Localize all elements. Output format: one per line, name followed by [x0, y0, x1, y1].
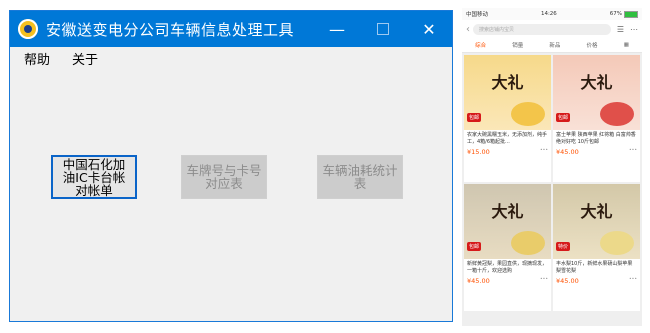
- product-brand: 大礼: [491, 202, 524, 221]
- product-price: ¥45.00: [556, 148, 579, 156]
- maximize-button[interactable]: [360, 11, 406, 47]
- battery-icon: [623, 10, 638, 18]
- list-view-icon[interactable]: ☰: [617, 25, 624, 34]
- more-icon[interactable]: •••: [629, 148, 637, 156]
- product-price-row: ¥45.00 •••: [553, 148, 640, 156]
- product-tag: 包邮: [556, 113, 571, 122]
- tab-overall[interactable]: 综合: [475, 41, 486, 49]
- close-button[interactable]: ✕: [406, 11, 452, 47]
- sinopec-statement-button[interactable]: 中国石化加油IC卡台帐对帐单: [51, 155, 137, 199]
- product-price: ¥45.00: [556, 277, 579, 285]
- plate-card-mapping-button[interactable]: 车牌号与卡号对应表: [181, 155, 267, 199]
- tab-price[interactable]: 价格: [587, 41, 598, 49]
- product-image: 大礼 特价: [553, 184, 640, 259]
- product-brand: 大礼: [580, 202, 613, 221]
- close-icon: ✕: [422, 19, 436, 39]
- product-price-row: ¥15.00 •••: [464, 148, 551, 156]
- battery-status: 67%: [609, 10, 638, 18]
- minimize-button[interactable]: —: [314, 11, 360, 47]
- product-card[interactable]: 大礼 包邮 富士苹果 陕西苹果 红将箱 白富帅香 绝对好吃 10斤包邮 ¥45.…: [553, 55, 640, 182]
- window-controls: — ✕: [314, 11, 452, 47]
- battery-percent: 67%: [609, 11, 622, 17]
- phone-screenshot: 中国移动 14:26 67% ‹ 搜索店铺内宝贝 ☰ ⋯ 综合 销量 新品 价格…: [462, 8, 642, 326]
- grid-view-icon[interactable]: ▦: [624, 42, 629, 48]
- product-price: ¥45.00: [467, 277, 490, 285]
- search-bar: ‹ 搜索店铺内宝贝 ☰ ⋯: [462, 20, 642, 38]
- menu-bar: 帮助 关于: [10, 47, 452, 69]
- tab-sales[interactable]: 销量: [512, 41, 523, 49]
- product-price-row: ¥45.00 •••: [464, 277, 551, 285]
- more-icon[interactable]: ⋯: [630, 25, 638, 34]
- status-bar: 中国移动 14:26 67%: [462, 8, 642, 20]
- product-image: 大礼 包邮: [464, 184, 551, 259]
- fruit-image: [600, 102, 634, 126]
- fruit-image: [600, 231, 634, 255]
- status-time: 14:26: [540, 11, 557, 17]
- product-price: ¥15.00: [467, 148, 490, 156]
- product-title: 农家大碗黑糯玉米，无添加剂，纯手工，4箱/6箱起批...: [467, 132, 548, 145]
- fuel-consumption-button[interactable]: 车辆油耗统计表: [317, 155, 403, 199]
- product-grid: 大礼 包邮 农家大碗黑糯玉米，无添加剂，纯手工，4箱/6箱起批... ¥15.0…: [462, 53, 642, 313]
- title-bar[interactable]: 安徽送变电分公司车辆信息处理工具 — ✕: [10, 11, 452, 47]
- more-icon[interactable]: •••: [629, 277, 637, 285]
- product-card[interactable]: 大礼 包邮 农家大碗黑糯玉米，无添加剂，纯手工，4箱/6箱起批... ¥15.0…: [464, 55, 551, 182]
- product-title: 丰水梨10斤，新鲜水果砀山梨苹果梨雪花梨: [556, 261, 633, 274]
- carrier-label: 中国移动: [466, 12, 489, 18]
- menu-about[interactable]: 关于: [72, 49, 98, 68]
- fruit-image: [511, 231, 545, 255]
- product-title: 富士苹果 陕西苹果 红将箱 白富帅香 绝对好吃 10斤包邮: [556, 132, 636, 145]
- menu-help[interactable]: 帮助: [24, 49, 50, 68]
- search-input[interactable]: 搜索店铺内宝贝: [473, 23, 611, 35]
- product-image: 大礼 包邮: [553, 55, 640, 130]
- app-logo-icon: [18, 19, 38, 39]
- back-icon[interactable]: ‹: [466, 24, 470, 35]
- minimize-icon: —: [329, 19, 345, 39]
- more-icon[interactable]: •••: [540, 277, 548, 285]
- sort-tabs: 综合 销量 新品 价格 ▦: [462, 38, 642, 53]
- product-tag: 包邮: [467, 242, 482, 251]
- window-title: 安徽送变电分公司车辆信息处理工具: [46, 20, 295, 39]
- product-card[interactable]: 大礼 包邮 新鲜黄冠梨，果园直供，现摘现发，一箱十斤，欢迎选购 ¥45.00 ••…: [464, 184, 551, 311]
- product-card[interactable]: 大礼 特价 丰水梨10斤，新鲜水果砀山梨苹果梨雪花梨 ¥45.00 •••: [553, 184, 640, 311]
- more-icon[interactable]: •••: [540, 148, 548, 156]
- product-brand: 大礼: [491, 73, 524, 92]
- product-image: 大礼 包邮: [464, 55, 551, 130]
- fruit-image: [511, 102, 545, 126]
- tab-new[interactable]: 新品: [549, 41, 560, 49]
- product-price-row: ¥45.00 •••: [553, 277, 640, 285]
- product-tag: 特价: [556, 242, 571, 251]
- product-tag: 包邮: [467, 113, 482, 122]
- product-brand: 大礼: [580, 73, 613, 92]
- product-title: 新鲜黄冠梨，果园直供，现摘现发，一箱十斤，欢迎选购: [467, 261, 548, 274]
- app-window: 安徽送变电分公司车辆信息处理工具 — ✕ 帮助 关于 中国石化加油IC卡台帐对帐…: [9, 10, 453, 322]
- maximize-icon: [377, 23, 389, 35]
